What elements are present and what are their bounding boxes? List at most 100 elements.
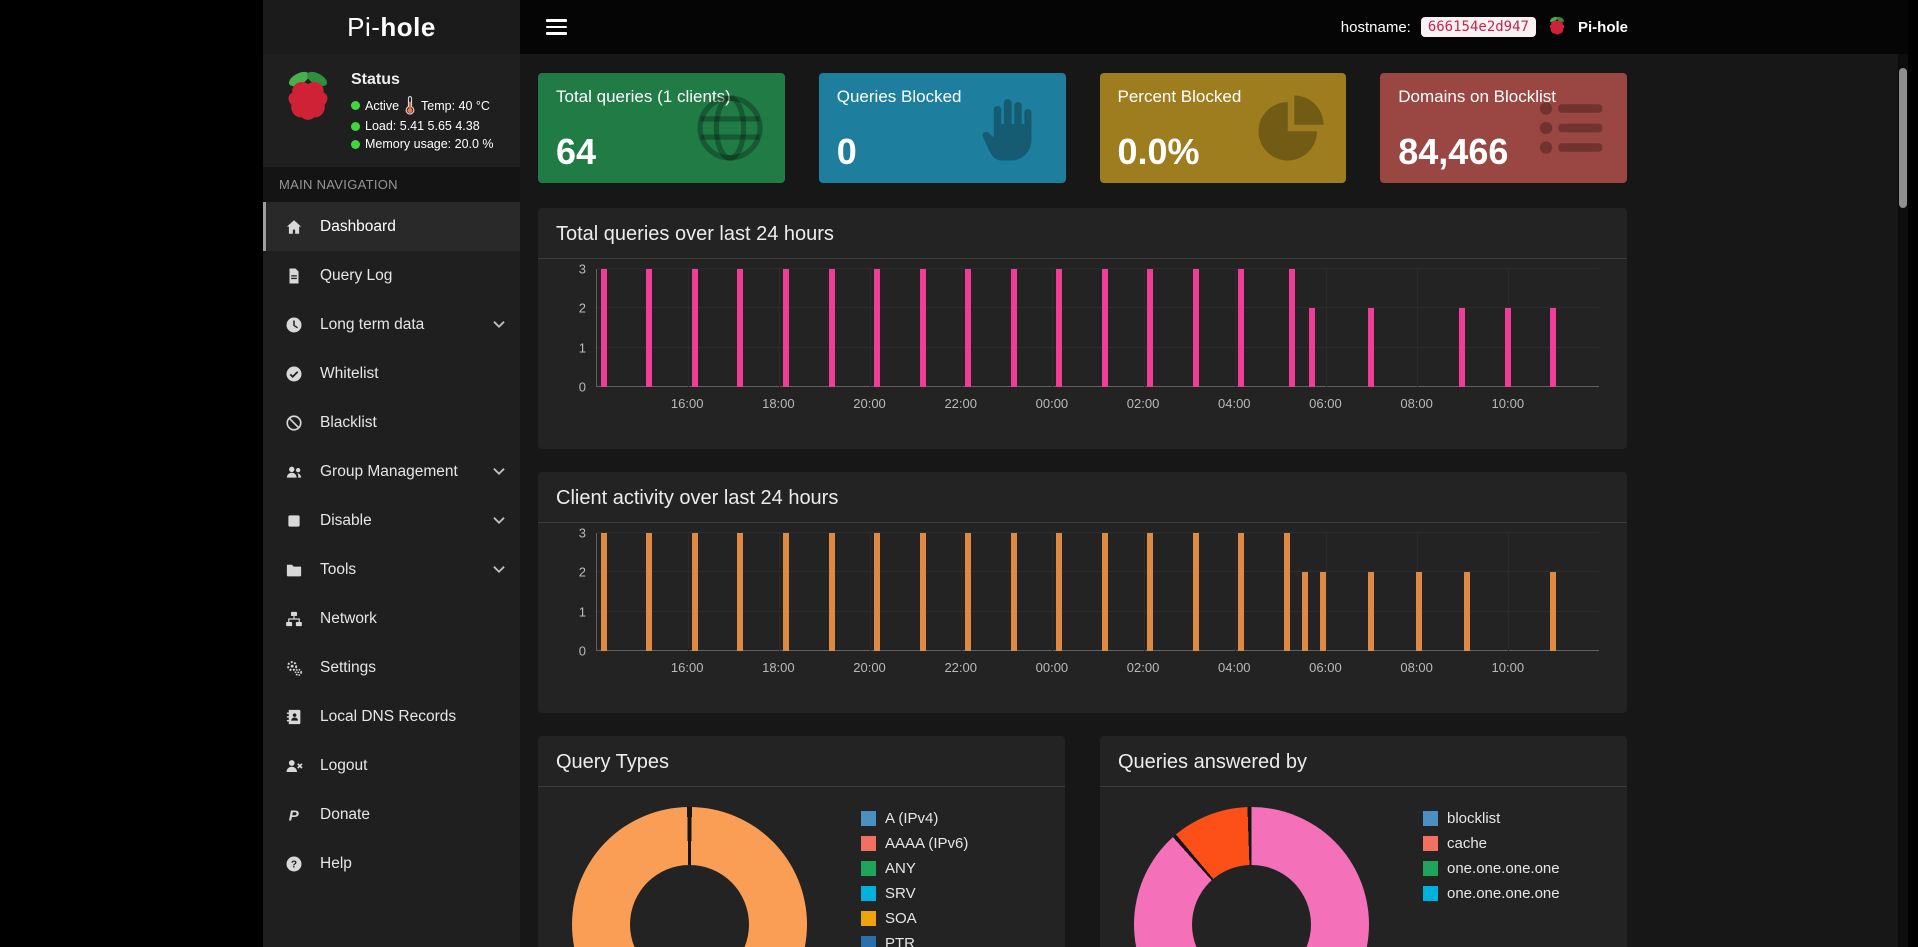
gears-icon — [285, 659, 307, 677]
bar[interactable] — [1011, 533, 1017, 651]
bar[interactable] — [1056, 269, 1062, 387]
bar[interactable] — [829, 269, 835, 387]
legend-item[interactable]: one.one.one.one — [1423, 860, 1560, 877]
bar[interactable] — [1368, 308, 1374, 387]
sidebar-item-label: Whitelist — [320, 365, 379, 383]
scrollbar-track[interactable] — [1898, 0, 1908, 947]
legend-item[interactable]: cache — [1423, 835, 1560, 852]
sidebar-item-whitelist[interactable]: Whitelist — [263, 349, 520, 398]
bar[interactable] — [1284, 533, 1290, 651]
sidebar-item-label: Logout — [320, 757, 367, 775]
hostname-value: 666154e2d947 — [1421, 17, 1536, 37]
bar[interactable] — [1238, 269, 1244, 387]
bar[interactable] — [1309, 308, 1315, 387]
bar[interactable] — [783, 269, 789, 387]
bar[interactable] — [692, 533, 698, 651]
sidebar-item-settings[interactable]: Settings — [263, 643, 520, 692]
navbar-right: hostname: 666154e2d947 Pi-hole — [1341, 15, 1628, 40]
bar[interactable] — [1368, 572, 1374, 651]
bar[interactable] — [965, 269, 971, 387]
bar[interactable] — [737, 533, 743, 651]
scrollbar-thumb[interactable] — [1899, 68, 1907, 208]
sidebar-item-logout[interactable]: Logout — [263, 741, 520, 790]
sidebar-item-tools[interactable]: Tools — [263, 545, 520, 594]
y-tick-label: 0 — [579, 644, 586, 659]
sidebar-item-label: Network — [320, 610, 377, 628]
chevron-down-icon — [492, 516, 506, 525]
bar[interactable] — [1416, 572, 1422, 651]
sidebar-item-query-log[interactable]: Query Log — [263, 251, 520, 300]
bar[interactable] — [1505, 308, 1511, 387]
bar[interactable] — [1102, 269, 1108, 387]
bar[interactable] — [1302, 572, 1308, 651]
sidebar-item-local-dns-records[interactable]: Local DNS Records — [263, 692, 520, 741]
legend-swatch — [861, 861, 876, 876]
sidebar-item-help[interactable]: ?Help — [263, 839, 520, 888]
bar[interactable] — [737, 269, 743, 387]
x-tick-label: 20:00 — [853, 660, 886, 675]
bar[interactable] — [1550, 572, 1556, 651]
client-activity-chart: 0123 16:0018:0020:0022:0000:0002:0004:00… — [596, 533, 1599, 713]
sidebar-item-blacklist[interactable]: Blacklist — [263, 398, 520, 447]
sidebar-item-label: Dashboard — [320, 218, 396, 236]
bar[interactable] — [1193, 533, 1199, 651]
bar[interactable] — [1459, 308, 1465, 387]
legend-item[interactable]: ANY — [861, 860, 968, 877]
sidebar-item-group-management[interactable]: Group Management — [263, 447, 520, 496]
x-tick-label: 00:00 — [1036, 396, 1069, 411]
bar[interactable] — [601, 533, 607, 651]
bar[interactable] — [920, 269, 926, 387]
chart-legend: A (IPv4)AAAA (IPv6)ANYSRVSOAPTRTXTNAPTR — [861, 807, 968, 947]
donut-chart[interactable] — [1134, 807, 1369, 947]
legend-item[interactable]: one.one.one.one — [1423, 885, 1560, 902]
bar[interactable] — [1056, 533, 1062, 651]
users-icon — [285, 463, 307, 481]
sidebar-item-network[interactable]: Network — [263, 594, 520, 643]
bar[interactable] — [1193, 269, 1199, 387]
chevron-down-icon — [492, 467, 506, 476]
bar[interactable] — [1289, 269, 1295, 387]
bar[interactable] — [874, 269, 880, 387]
hamburger-menu-button[interactable] — [540, 9, 573, 45]
queries-answered-donut: blocklist cache one.one.one.one one.one.one… — [1100, 787, 1627, 947]
bar[interactable] — [965, 533, 971, 651]
legend-item[interactable]: blocklist — [1423, 810, 1560, 827]
pie-icon — [1252, 89, 1330, 167]
bar[interactable] — [829, 533, 835, 651]
stat-card-value: 0.0% — [1118, 131, 1200, 173]
bar[interactable] — [1102, 533, 1108, 651]
bar[interactable] — [1464, 572, 1470, 651]
x-tick-label: 08:00 — [1400, 660, 1433, 675]
bar[interactable] — [1320, 572, 1326, 651]
bar[interactable] — [601, 269, 607, 387]
bar[interactable] — [920, 533, 926, 651]
bar[interactable] — [1011, 269, 1017, 387]
legend-item[interactable]: SOA — [861, 910, 968, 927]
bar[interactable] — [646, 269, 652, 387]
app-logo[interactable]: Pi-hole — [263, 0, 520, 54]
bar[interactable] — [1238, 533, 1244, 651]
legend-item[interactable]: AAAA (IPv6) — [861, 835, 968, 852]
donut-chart[interactable] — [572, 807, 807, 947]
chevron-down-icon — [492, 320, 506, 329]
sidebar-item-long-term-data[interactable]: Long term data — [263, 300, 520, 349]
bar[interactable] — [783, 533, 789, 651]
sidebar-item-dashboard[interactable]: Dashboard — [263, 202, 520, 251]
sidebar-item-disable[interactable]: Disable — [263, 496, 520, 545]
legend-item[interactable]: SRV — [861, 885, 968, 902]
legend-label: A (IPv4) — [885, 810, 938, 827]
bar[interactable] — [1550, 308, 1556, 387]
legend-item[interactable]: PTR — [861, 935, 968, 947]
bar[interactable] — [646, 533, 652, 651]
sidebar-item-donate[interactable]: PDonate — [263, 790, 520, 839]
bar[interactable] — [692, 269, 698, 387]
bar[interactable] — [874, 533, 880, 651]
y-axis: 0123 — [556, 533, 586, 651]
legend-label: SOA — [885, 910, 917, 927]
globe-icon — [691, 89, 769, 167]
x-tick-label: 10:00 — [1492, 660, 1525, 675]
legend-item[interactable]: A (IPv4) — [861, 810, 968, 827]
sidebar-item-label: Disable — [320, 512, 372, 530]
bar[interactable] — [1147, 533, 1153, 651]
bar[interactable] — [1147, 269, 1153, 387]
